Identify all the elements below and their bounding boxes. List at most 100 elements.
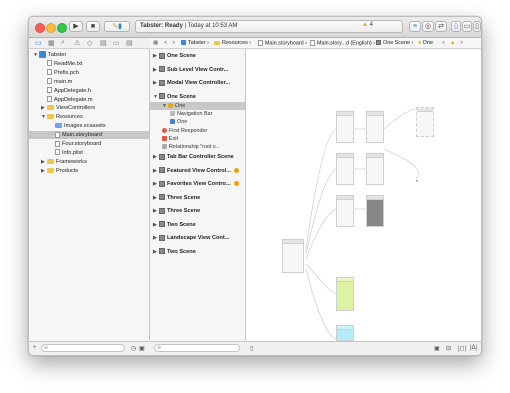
navigator-item[interactable]: main.m	[29, 78, 149, 86]
outline-item[interactable]: One	[150, 118, 245, 126]
debug-navigator-icon[interactable]: ▤	[100, 39, 107, 47]
outline-scene[interactable]: ▶ Tab Bar Controller Scene	[153, 153, 234, 162]
scene-thumbnail[interactable]	[336, 153, 354, 185]
pin-icon[interactable]: |◻|	[458, 345, 466, 352]
assistant-editor-button[interactable]: ◎	[422, 21, 434, 32]
outline-scene[interactable]: ▶ One Scene	[153, 52, 196, 61]
run-button[interactable]: ▶	[69, 21, 83, 32]
scene-thumbnail[interactable]	[336, 111, 354, 143]
outline-scene[interactable]: ▼ One Scene	[153, 93, 196, 102]
outline-scene[interactable]: ▶ Two Scene	[153, 221, 196, 230]
outline-item[interactable]: Relationship "root v...	[150, 143, 245, 151]
outline-scene[interactable]: ▶ Featured View Control...	[153, 167, 239, 176]
utilities-toggle[interactable]: ▯	[473, 21, 481, 32]
storyboard-icon	[258, 40, 263, 46]
outline-item[interactable]: First Responder	[150, 127, 245, 135]
scene-thumbnail[interactable]	[416, 107, 434, 137]
outline-scene-label: Featured View Control...	[167, 167, 231, 174]
outline-scene[interactable]: ▶ Favorites View Contro...	[153, 180, 239, 189]
warning-badge-icon[interactable]	[233, 181, 239, 187]
navigator-item[interactable]: ▼ Tabster	[29, 51, 149, 59]
outline-scene[interactable]: ▶ Sub Level View Contr...	[153, 66, 228, 75]
resolve-icon[interactable]: |Δ|	[470, 345, 477, 351]
align-icon[interactable]: ⊟	[446, 345, 451, 352]
scene-icon	[159, 93, 165, 100]
navigator-filter-field[interactable]: ⊜	[41, 344, 125, 352]
navigation-bar-icon	[170, 111, 175, 117]
navigator-item[interactable]: Prefix.pch	[29, 69, 149, 77]
stop-button[interactable]: ■	[86, 21, 100, 32]
navigator-item[interactable]: Main.storyboard	[29, 131, 149, 140]
breadcrumb-localized[interactable]: Main.story...d (English) ›	[310, 40, 375, 46]
navigator-item[interactable]: ▶ Products	[29, 167, 149, 175]
size-class-icon[interactable]: ▣	[434, 345, 440, 352]
back-button[interactable]: <	[164, 40, 167, 46]
warning-badge-icon[interactable]	[233, 167, 239, 173]
outline-toggle-icon[interactable]: ▯	[250, 345, 253, 352]
navigator-item[interactable]: ▼ Resources	[29, 113, 149, 121]
breakpoint-navigator-icon[interactable]: ▭	[113, 39, 120, 47]
scene-thumbnail[interactable]	[366, 111, 384, 143]
recent-files-icon[interactable]: ◷	[131, 345, 136, 352]
next-issue-button[interactable]: >	[460, 40, 463, 46]
outline-filter-field[interactable]: ⊜	[154, 344, 240, 352]
relationship-icon	[162, 144, 167, 150]
warning-icon: ▲	[362, 22, 368, 28]
outline-scene[interactable]: ▶ Modal View Controller...	[153, 79, 230, 88]
scene-thumbnail[interactable]	[336, 195, 354, 227]
navigator-item[interactable]: ▶ ViewControllers	[29, 104, 149, 112]
scheme-selector[interactable]: ✎▮	[104, 21, 130, 32]
find-navigator-icon[interactable]: ⌕	[61, 39, 65, 47]
navigator-item[interactable]: AppDelegate.h	[29, 87, 149, 95]
version-editor-button[interactable]: ⇄	[435, 21, 447, 32]
navigator-item[interactable]: Four.storyboard	[29, 140, 149, 148]
navigator-item[interactable]: ▶ Frameworks	[29, 158, 149, 166]
outline-scene[interactable]: ▶ Three Scene	[153, 194, 200, 203]
project-navigator-icon[interactable]: ▭	[35, 39, 42, 47]
issue-navigator-icon[interactable]: ⚠	[74, 39, 80, 47]
scene-thumbnail-cyan[interactable]	[336, 325, 354, 341]
outline-item[interactable]: Navigation Bar	[150, 110, 245, 118]
scene-thumbnail[interactable]	[366, 153, 384, 185]
related-items-icon[interactable]: ▦	[153, 40, 158, 46]
close-button[interactable]	[35, 23, 45, 33]
log-navigator-icon[interactable]: ▤	[126, 39, 133, 47]
breadcrumb-project[interactable]: Tabster ›	[181, 40, 209, 46]
navigator-item[interactable]: Info.plist	[29, 149, 149, 157]
forward-button[interactable]: >	[172, 40, 175, 46]
outline-scene[interactable]: ▶ Two Scene	[153, 248, 196, 257]
minimize-button[interactable]	[46, 23, 56, 33]
storyboard-canvas[interactable]	[246, 49, 481, 341]
standard-editor-button[interactable]: ≡	[409, 21, 421, 32]
scene-thumbnail-green[interactable]	[336, 277, 354, 311]
navigator-item[interactable]: ReadMe.txt	[29, 60, 149, 68]
breadcrumb-scene[interactable]: One Scene ›	[376, 40, 413, 46]
navigator-toggle[interactable]: ▯	[451, 21, 461, 32]
test-navigator-icon[interactable]: ◇	[87, 39, 92, 47]
outline-scene[interactable]: ▶ Landscape View Cont...	[153, 234, 229, 243]
navigator-item-label: ViewControllers	[56, 105, 96, 112]
outline-item[interactable]: ▼ One	[150, 102, 245, 110]
symbol-navigator-icon[interactable]: ▦	[48, 39, 55, 47]
breadcrumb-controller[interactable]: ● One	[418, 40, 433, 46]
debug-toggle[interactable]: ▭	[462, 21, 472, 32]
source-control-filter-icon[interactable]: ▣	[139, 345, 145, 352]
zoom-button[interactable]	[57, 23, 67, 33]
tab-bar-controller-scene[interactable]	[282, 239, 304, 273]
navigator-item[interactable]: Images.xcassets	[29, 122, 149, 130]
navigator-item-label: Prefix.pch	[54, 69, 79, 76]
scene-thumbnail-gray[interactable]	[366, 195, 384, 227]
breadcrumb-storyboard[interactable]: Main.storyboard ›	[258, 40, 307, 46]
navigator-item[interactable]: AppDelegate.m	[29, 96, 149, 104]
outline-item[interactable]: Exit	[150, 135, 245, 143]
view-icon	[170, 119, 175, 125]
jump-warning-icon[interactable]: ▲	[450, 40, 455, 46]
add-icon[interactable]: +	[33, 345, 37, 351]
navigator-item-label: AppDelegate.h	[54, 87, 92, 94]
previous-issue-button[interactable]: <	[442, 40, 445, 46]
warning-count: 4	[369, 22, 373, 28]
warning-indicator[interactable]: ▲ 4	[362, 22, 373, 28]
breadcrumb-resources[interactable]: Resources ›	[214, 40, 251, 46]
first-responder-icon	[162, 127, 167, 133]
outline-scene[interactable]: ▶ Three Scene	[153, 207, 200, 216]
